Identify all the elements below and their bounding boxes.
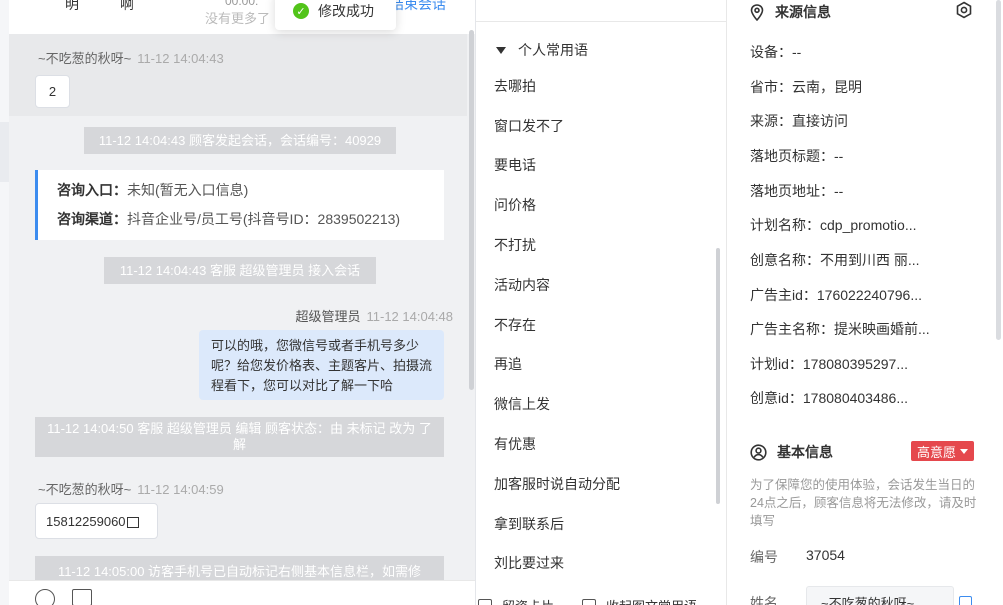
customer-id-value: 37054	[806, 547, 845, 563]
image-icon[interactable]	[72, 589, 92, 605]
phrases-footer: 留资卡片 收起图文常用语	[476, 585, 726, 605]
phrase-item[interactable]: 去哪拍	[494, 76, 536, 96]
source-plan-id: 计划id：178080395297...	[750, 356, 908, 372]
left-gutter	[0, 0, 9, 605]
system-note: 11-12 14:04:50 客服 超级管理员 编辑 顾客状态：由 未标记 改为…	[35, 417, 444, 457]
sidebar-scrollbar[interactable]	[996, 0, 1001, 340]
phrase-item[interactable]: 不存在	[494, 315, 536, 335]
edit-icon[interactable]	[959, 596, 972, 605]
phrase-item[interactable]: 活动内容	[494, 275, 550, 295]
location-pin-icon	[750, 3, 764, 21]
highlighted-message	[9, 34, 467, 116]
agent-sender: 超级管理员 11-12 14:04:48	[295, 309, 453, 324]
phrase-group-header[interactable]: 个人常用语	[496, 40, 588, 60]
card-icon	[478, 598, 492, 605]
header-name-1: 明	[65, 0, 79, 12]
phrase-item[interactable]: 再追	[494, 354, 522, 374]
customer-name-label: 姓名	[750, 595, 778, 605]
gutter-handle[interactable]	[0, 122, 9, 182]
message-bubble[interactable]: 2	[35, 75, 70, 108]
customer-id-label: 编号	[750, 549, 778, 565]
source-advertiser-id: 广告主id：176022240796...	[750, 287, 922, 303]
settings-icon[interactable]	[955, 1, 973, 19]
agent-message-bubble[interactable]: 可以的哦，您微信号或者手机号多少呢？给您发价格表、主题客片、拍摄流程看下，您可以…	[199, 330, 444, 400]
source-plan-name: 计划名称：cdp_promotio...	[750, 217, 917, 233]
source-info-header: 来源信息	[750, 2, 831, 22]
phrases-panel: 个人常用语 去哪拍 窗口发不了 要电话 问价格 不打扰 活动内容 不存在 再追 …	[476, 0, 727, 605]
phrase-item[interactable]: 不打扰	[494, 235, 536, 255]
chat-header: 明 啊 00:00: 没有更多了 结束会话	[9, 0, 475, 34]
no-more-hint: 没有更多了	[205, 11, 271, 26]
message-list: ~不吃葱的秋呀~ 11-12 14:04:43 2 11-12 14:04:43 …	[9, 34, 475, 596]
phrase-item[interactable]: 微信上发	[494, 394, 550, 414]
source-creative-id: 创意id：178080403486...	[750, 390, 908, 406]
phrase-item[interactable]: 拿到联系后	[494, 514, 564, 534]
edit-deadline-hint: 为了保障您的使用体验，会话发生当日的24点之后，顾客信息将无法修改，请及时填写	[750, 478, 977, 528]
triangle-down-icon	[496, 46, 506, 54]
intent-badge[interactable]: 高意愿	[911, 441, 974, 461]
card-icon	[582, 598, 596, 605]
caret-down-icon	[960, 448, 968, 454]
source-landing-title: 落地页标题：--	[750, 148, 844, 164]
check-circle-icon: ✓	[293, 3, 309, 19]
phrase-item[interactable]: 问价格	[494, 195, 536, 215]
end-session-button[interactable]: 结束会话	[390, 0, 446, 14]
phrase-item[interactable]: 有优惠	[494, 434, 536, 454]
source-region: 省市：云南，昆明	[750, 79, 862, 95]
phrase-item[interactable]: 要电话	[494, 155, 536, 175]
emoji-icon[interactable]	[35, 589, 55, 605]
message-sender: ~不吃葱的秋呀~ 11-12 14:04:59	[38, 482, 224, 497]
system-note: 11-12 14:04:43 客服 超级管理员 接入会话	[104, 257, 376, 284]
phrases-topbar	[476, 0, 726, 22]
copy-icon[interactable]	[126, 516, 139, 528]
chat-panel: 明 啊 00:00: 没有更多了 结束会话 ~不吃葱的秋呀~ 11-12 14:0…	[9, 0, 476, 605]
message-sender: ~不吃葱的秋呀~ 11-12 14:04:43	[38, 51, 224, 66]
inquiry-info-card: 咨询入口：未知(暂无入口信息) 咨询渠道：抖音企业号/员工号(抖音号ID：283…	[35, 170, 444, 240]
phrase-item[interactable]: 窗口发不了	[494, 116, 564, 136]
success-toast: ✓ 修改成功	[275, 0, 396, 30]
source-channel: 来源：直接访问	[750, 113, 848, 129]
user-circle-icon	[750, 443, 767, 461]
collapse-phrases-button[interactable]: 收起图文常用语	[582, 596, 697, 605]
phrases-scrollbar[interactable]	[716, 248, 720, 504]
basic-info-header: 基本信息	[750, 442, 833, 462]
system-note: 11-12 14:04:43 顾客发起会话，会话编号：40929	[84, 127, 396, 154]
lead-card-button[interactable]: 留资卡片	[478, 596, 554, 605]
source-device: 设备：--	[750, 44, 802, 60]
chat-toolbar	[9, 580, 475, 605]
phone-message-bubble[interactable]: 15812259060	[35, 503, 158, 539]
customer-sidebar: 来源信息 设备：-- 省市：云南，昆明 来源：直接访问 落地页标题：-- 落地页…	[728, 0, 1003, 605]
customer-name-field[interactable]: ~不吃葱的秋呀~	[806, 586, 954, 605]
source-landing-url: 落地页地址：--	[750, 183, 844, 199]
chat-scrollbar[interactable]	[469, 30, 474, 390]
phrase-item[interactable]: 刘比要过来	[494, 553, 564, 573]
source-advertiser-name: 广告主名称：提米映画婚前...	[750, 321, 930, 337]
header-name-2: 啊	[120, 0, 134, 12]
source-creative-name: 创意名称：不用到川西 丽...	[750, 252, 920, 268]
phrase-item[interactable]: 加客服时说自动分配	[494, 474, 620, 494]
header-time: 00:00:	[225, 0, 259, 8]
